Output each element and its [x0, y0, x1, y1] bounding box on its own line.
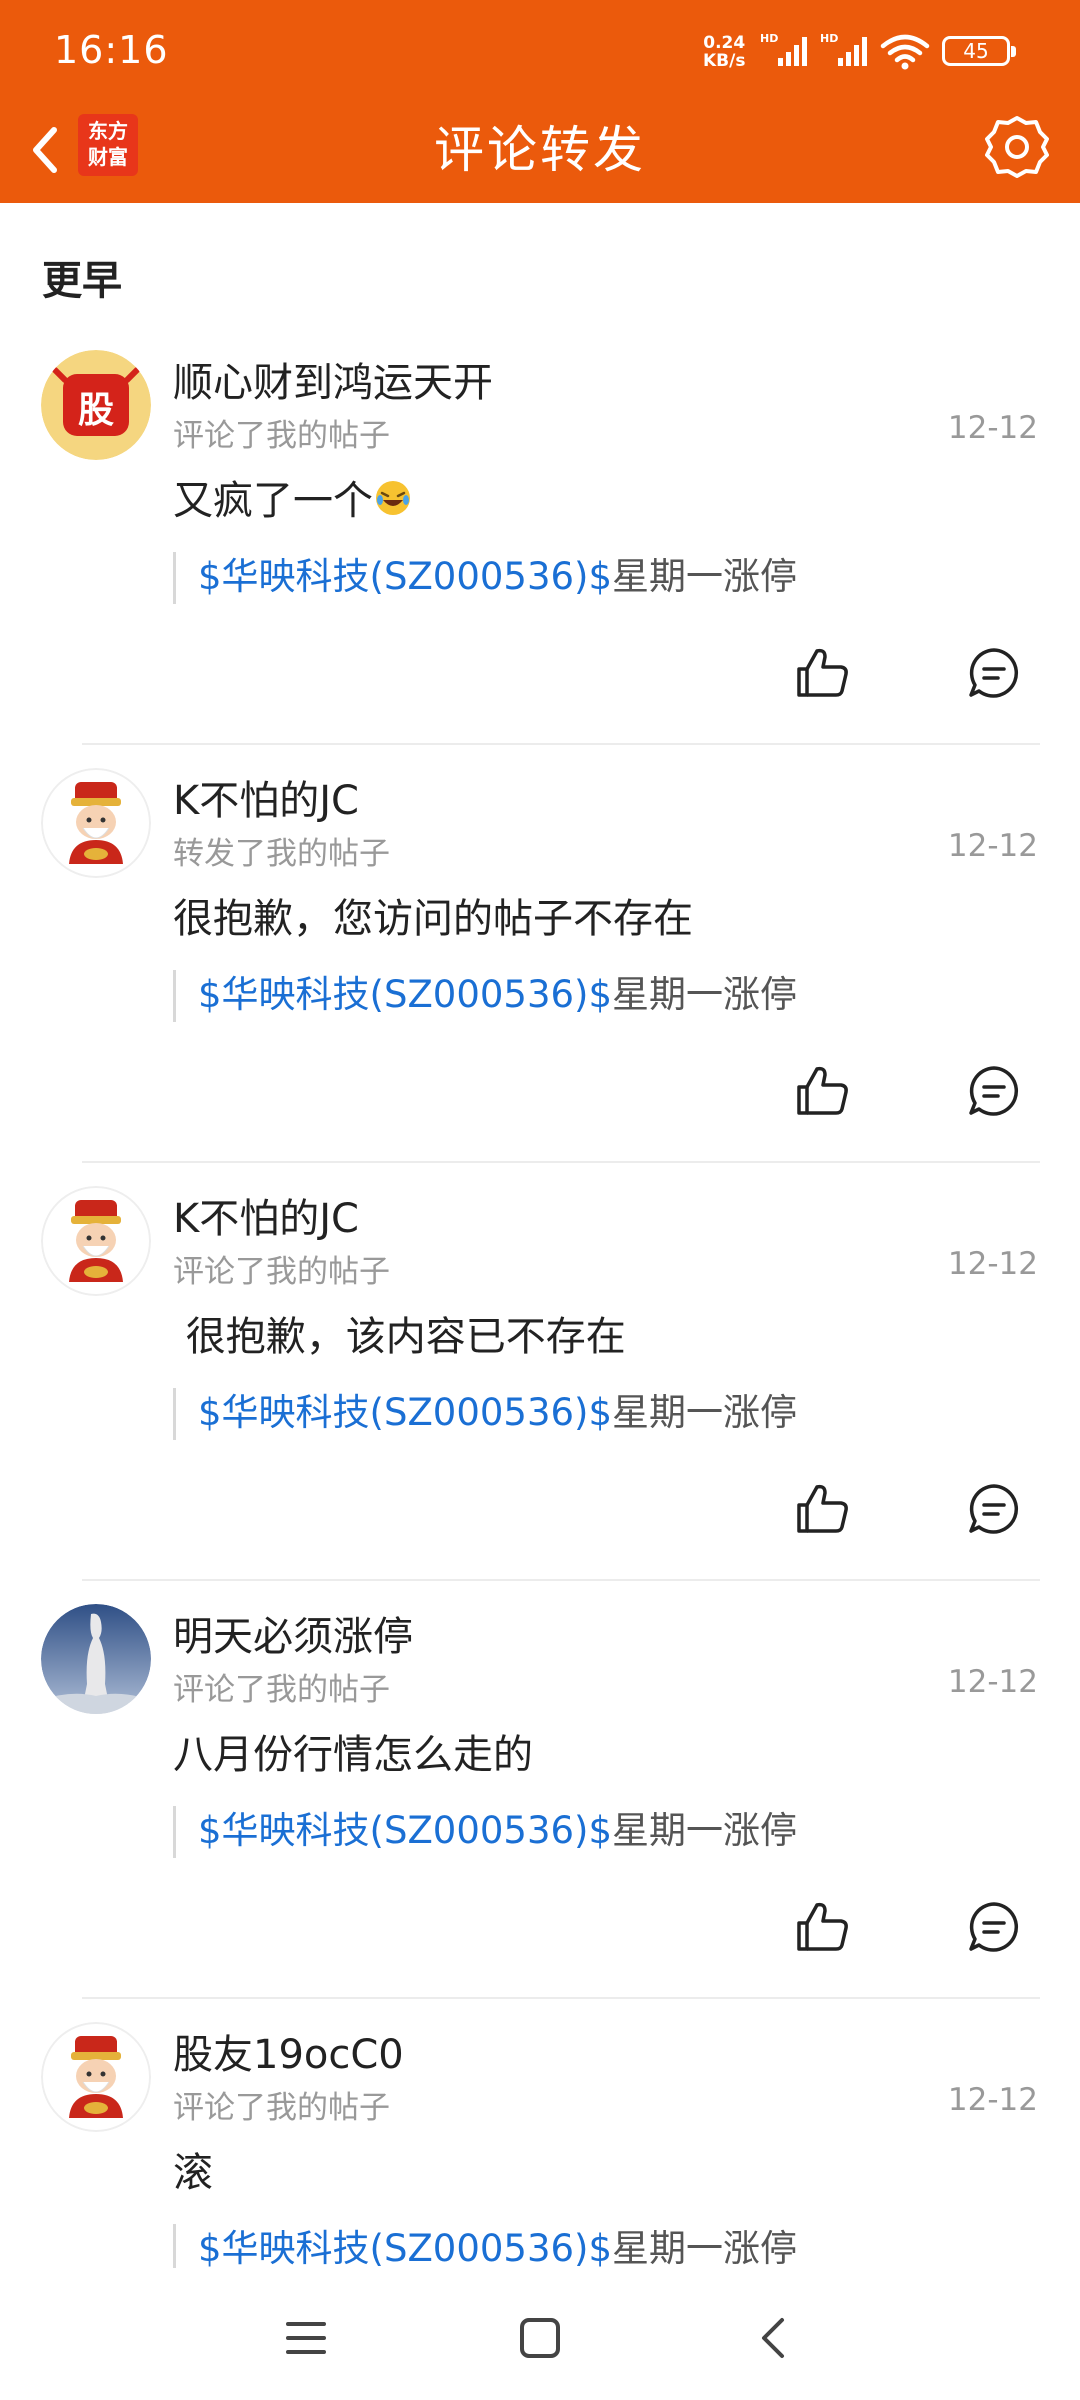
comment-content[interactable]: 滚	[173, 2140, 213, 2198]
list-item[interactable]: 明天必须涨停 评论了我的帖子 12-12 八月份行情怎么走的 $华映科技(SZ0…	[0, 1604, 1080, 2022]
stock-link[interactable]: $华映科技(SZ000536)$	[198, 973, 612, 1016]
quoted-post[interactable]: $华映科技(SZ000536)$星期一涨停	[173, 1806, 797, 1858]
battery-icon: 45	[942, 36, 1016, 66]
svg-text:HD: HD	[760, 32, 778, 45]
comment-content[interactable]: 八月份行情怎么走的	[173, 1722, 533, 1780]
page-title: 评论转发	[434, 121, 646, 179]
caishen-avatar[interactable]	[41, 1186, 151, 1296]
gear-icon[interactable]	[982, 112, 1052, 182]
comment-icon[interactable]	[966, 1063, 1022, 1119]
divider	[82, 1997, 1040, 1999]
user-name[interactable]: K不怕的JC	[173, 1186, 359, 1244]
quoted-post[interactable]: $华映科技(SZ000536)$星期一涨停	[173, 552, 797, 604]
user-name[interactable]: 顺心财到鸿运天开	[173, 350, 493, 408]
date-text: 12-12	[947, 1664, 1038, 1700]
list-item[interactable]: K不怕的JC 评论了我的帖子 12-12 很抱歉，该内容已不存在 $华映科技(S…	[0, 1186, 1080, 1604]
network-speed: 0.24 KB/s	[703, 33, 746, 71]
action-text: 转发了我的帖子	[173, 836, 390, 872]
comment-icon[interactable]	[966, 1481, 1022, 1537]
wifi-icon	[880, 34, 930, 70]
quoted-post[interactable]: $华映科技(SZ000536)$星期一涨停	[173, 1388, 797, 1440]
status-bar: 16:16 0.24 KB/s HD HD 45	[0, 0, 1080, 100]
date-text: 12-12	[947, 2082, 1038, 2118]
comment-icon[interactable]	[966, 645, 1022, 701]
divider	[82, 1579, 1040, 1581]
stock-link[interactable]: $华映科技(SZ000536)$	[198, 2227, 612, 2270]
svg-text:HD: HD	[820, 32, 838, 45]
comment-icon[interactable]	[966, 1899, 1022, 1955]
thumbs-up-icon[interactable]	[795, 1899, 851, 1955]
list-item[interactable]: K不怕的JC 转发了我的帖子 12-12 很抱歉，您访问的帖子不存在 $华映科技…	[0, 768, 1080, 1186]
navigation-header: 东方 财富 评论转发	[0, 100, 1080, 203]
quoted-post[interactable]: $华映科技(SZ000536)$星期一涨停	[173, 970, 797, 1022]
action-text: 评论了我的帖子	[173, 418, 390, 454]
date-text: 12-12	[947, 828, 1038, 864]
date-text: 12-12	[947, 410, 1038, 446]
caishen-avatar[interactable]	[41, 2022, 151, 2132]
list-item[interactable]: 股 顺心财到鸿运天开 评论了我的帖子 12-12 又疯了一个 $华映科技(SZ0…	[0, 350, 1080, 768]
thumbs-up-icon[interactable]	[795, 1481, 851, 1537]
home-square-icon[interactable]	[510, 2308, 570, 2368]
gu-logo-avatar[interactable]: 股	[41, 350, 151, 460]
system-navigation-bar	[0, 2268, 1080, 2400]
divider	[82, 743, 1040, 745]
user-name[interactable]: 明天必须涨停	[173, 1604, 413, 1662]
user-name[interactable]: K不怕的JC	[173, 768, 359, 826]
laughing-emoji-icon	[376, 481, 410, 515]
thumbs-up-icon[interactable]	[795, 1063, 851, 1119]
comment-content[interactable]: 又疯了一个	[173, 468, 413, 526]
action-text: 评论了我的帖子	[173, 1254, 390, 1290]
thumbs-up-icon[interactable]	[795, 645, 851, 701]
statue-photo-avatar[interactable]	[41, 1604, 151, 1714]
stock-link[interactable]: $华映科技(SZ000536)$	[198, 1809, 612, 1852]
menu-icon[interactable]	[276, 2308, 336, 2368]
comment-content[interactable]: 很抱歉，您访问的帖子不存在	[173, 886, 693, 944]
caishen-avatar[interactable]	[41, 768, 151, 878]
signal-icon-2: HD	[820, 32, 867, 66]
stock-link[interactable]: $华映科技(SZ000536)$	[198, 555, 612, 598]
signal-icon: HD	[760, 32, 807, 66]
back-chevron-icon[interactable]	[744, 2308, 804, 2368]
top-bar: 16:16 0.24 KB/s HD HD 45 东方 财富 评论转发	[0, 0, 1080, 203]
action-text: 评论了我的帖子	[173, 1672, 390, 1708]
user-name[interactable]: 股友19ocC0	[173, 2022, 404, 2080]
section-title: 更早	[42, 258, 122, 304]
svg-text:股: 股	[78, 390, 114, 431]
status-time: 16:16	[54, 28, 169, 72]
divider	[82, 1161, 1040, 1163]
action-text: 评论了我的帖子	[173, 2090, 390, 2126]
date-text: 12-12	[947, 1246, 1038, 1282]
stock-link[interactable]: $华映科技(SZ000536)$	[198, 1391, 612, 1434]
comment-content[interactable]: 很抱歉，该内容已不存在	[173, 1304, 626, 1362]
